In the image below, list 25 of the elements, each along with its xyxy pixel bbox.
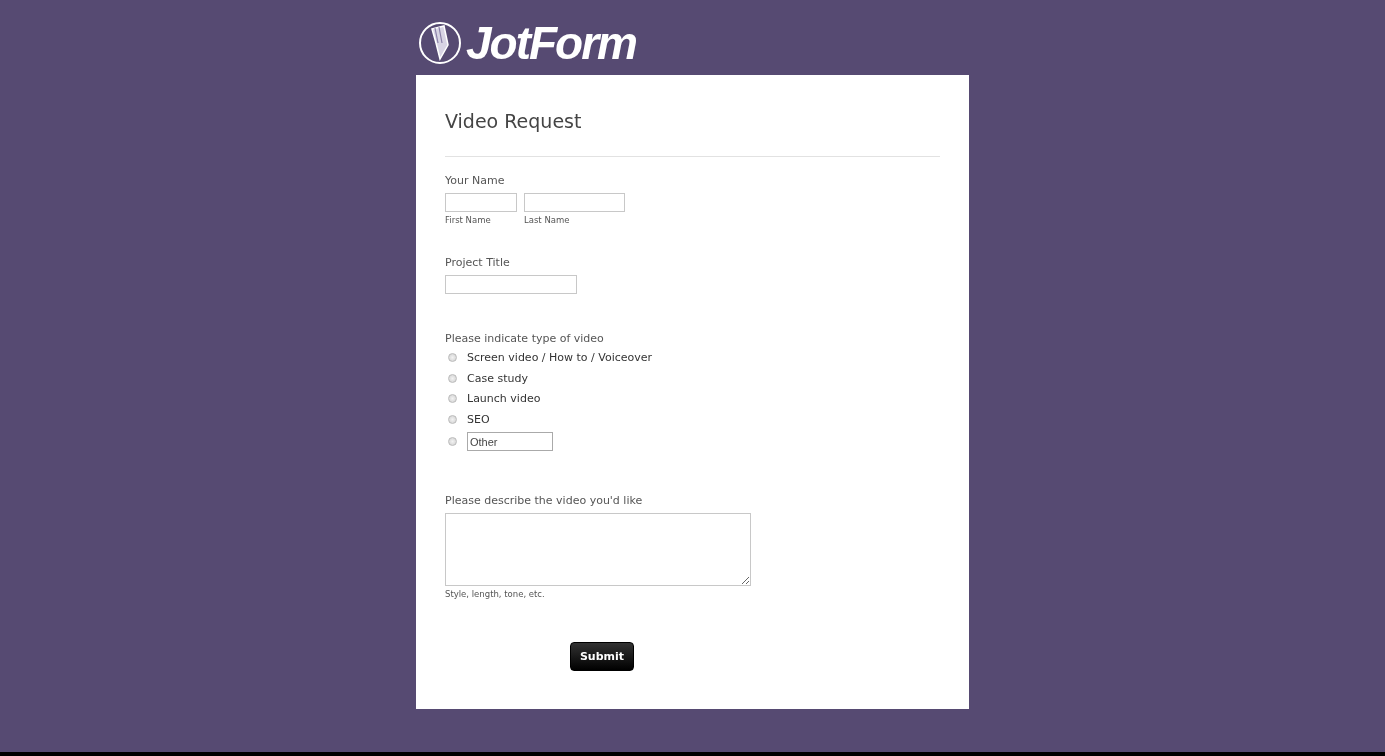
radio-button[interactable]: [448, 373, 457, 383]
logo-text: JotForm: [466, 19, 636, 66]
text-field[interactable]: [445, 193, 517, 212]
radio-button[interactable]: [448, 353, 457, 363]
radio-button[interactable]: [448, 414, 457, 424]
field-label: Please indicate type of video: [445, 332, 605, 345]
field-label: Your Name: [445, 174, 506, 187]
radio-button[interactable]: [448, 437, 457, 446]
option-label[interactable]: Screen video / How to / Voiceover: [467, 351, 653, 365]
field-label: Project Title: [445, 256, 511, 269]
sub-label: First Name: [445, 215, 492, 225]
form-title: Video Request: [445, 109, 583, 133]
option-label[interactable]: Case study: [467, 371, 528, 385]
submit-button[interactable]: Submit: [570, 642, 634, 671]
sub-label: Last Name: [524, 215, 571, 225]
pencil-logo-icon: [418, 20, 462, 65]
text-area[interactable]: [445, 513, 751, 586]
text-field[interactable]: [524, 193, 625, 212]
field-label: Please describe the video you'd like: [445, 494, 644, 507]
sub-label: Style, length, tone, etc.: [445, 589, 546, 599]
text-field[interactable]: [445, 275, 577, 294]
option-label[interactable]: SEO: [467, 412, 490, 426]
radio-button[interactable]: [448, 394, 457, 404]
other-field[interactable]: Other: [467, 432, 553, 451]
option-label[interactable]: Launch video: [467, 392, 541, 406]
